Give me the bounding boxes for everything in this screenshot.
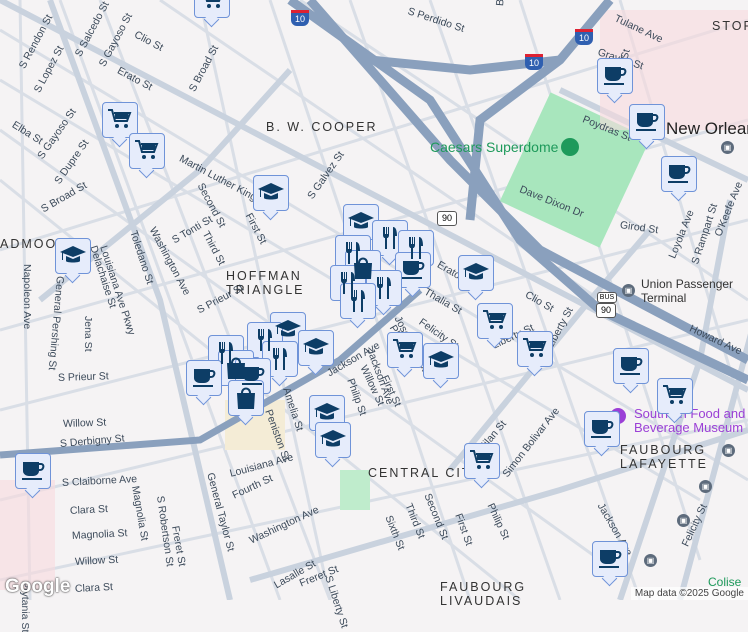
cart-icon <box>392 339 416 359</box>
fork-knife-icon <box>273 348 287 370</box>
coffee-cup-icon <box>603 66 627 86</box>
cafe-marker[interactable] <box>661 156 697 192</box>
restaurant-marker[interactable] <box>340 283 376 319</box>
grocery-store-marker[interactable] <box>657 378 693 414</box>
bus-route-label: BUS <box>597 292 617 303</box>
cafe-marker[interactable] <box>395 252 431 288</box>
graduation-cap-icon <box>463 263 489 280</box>
streetcar-stop-icon[interactable]: ▣ <box>722 444 735 457</box>
cart-icon <box>134 140 158 160</box>
interstate-10-shield: 10 <box>575 29 593 45</box>
poi-superdome[interactable]: Caesars Superdome <box>430 140 558 154</box>
interstate-10-shield: 10 <box>291 10 309 26</box>
restaurant-marker[interactable] <box>262 341 298 377</box>
street-label: Willow St <box>62 416 107 430</box>
street-label: Clara St <box>69 503 109 517</box>
cafe-marker[interactable] <box>584 411 620 447</box>
poi-museum-line2[interactable]: Beverage Museum <box>634 421 743 435</box>
cafe-marker[interactable] <box>592 541 628 577</box>
school-marker[interactable] <box>55 238 91 274</box>
street-label: Willow St <box>74 553 119 568</box>
google-logo: Google <box>5 576 71 597</box>
cart-icon <box>469 450 493 470</box>
coffee-cup-icon <box>401 260 425 280</box>
grocery-store-marker[interactable] <box>129 133 165 169</box>
grocery-store-marker[interactable] <box>102 102 138 138</box>
coffee-cup-icon <box>590 419 614 439</box>
graduation-cap-icon <box>320 430 346 447</box>
school-marker[interactable] <box>315 422 351 458</box>
cafe-marker[interactable] <box>629 104 665 140</box>
shopping-marker[interactable] <box>228 380 264 416</box>
cart-icon <box>522 338 546 358</box>
street-label: S Prieur St <box>57 370 109 384</box>
cart-icon <box>107 109 131 129</box>
shopping-bag-icon <box>236 387 256 410</box>
cart-icon <box>482 310 506 330</box>
cart-icon <box>199 0 223 9</box>
graduation-cap-icon <box>348 212 374 229</box>
grocery-store-marker[interactable] <box>194 0 230 18</box>
cafe-marker[interactable] <box>186 360 222 396</box>
streetcar-stop-icon[interactable]: ▣ <box>721 141 734 154</box>
poi-terminal-line2[interactable]: Terminal <box>641 291 686 305</box>
coffee-cup-icon <box>192 368 216 388</box>
graduation-cap-icon <box>428 351 454 368</box>
grocery-store-marker[interactable] <box>477 303 513 339</box>
fork-knife-icon <box>377 277 391 299</box>
neighborhood-hoffman: HOFFMAN <box>226 269 302 283</box>
interstate-10-shield: 10 <box>525 54 543 70</box>
grocery-store-marker[interactable] <box>464 443 500 479</box>
neighborhood-faubourg-lafayette: FAUBOURG <box>620 443 707 457</box>
neighborhood-bw-cooper: B. W. COOPER <box>266 120 378 134</box>
fork-knife-icon <box>383 227 397 249</box>
streetcar-stop-icon[interactable]: ▣ <box>699 480 712 493</box>
poi-terminal-line1[interactable]: Union Passenger <box>641 277 733 291</box>
school-marker[interactable] <box>298 330 334 366</box>
us-90-shield: 90 <box>437 211 457 226</box>
cafe-marker[interactable] <box>15 453 51 489</box>
coffee-cup-icon <box>635 112 659 132</box>
neighborhood-storyville: STORY <box>712 19 748 33</box>
graduation-cap-icon <box>258 183 284 200</box>
fork-knife-icon <box>351 290 365 312</box>
attribution[interactable]: Map data ©2025 Google <box>630 587 748 600</box>
grocery-store-marker[interactable] <box>387 332 423 368</box>
stadium-icon[interactable] <box>561 138 579 156</box>
coffee-cup-icon <box>598 549 622 569</box>
school-marker[interactable] <box>458 255 494 291</box>
grocery-store-marker[interactable] <box>517 331 553 367</box>
cafe-marker[interactable] <box>613 348 649 384</box>
streetcar-stop-icon[interactable]: ▣ <box>644 554 657 567</box>
neighborhood-livaudais: LIVAUDAIS <box>440 594 523 608</box>
coffee-cup-icon <box>619 356 643 376</box>
school-marker[interactable] <box>343 204 379 240</box>
street-label: Jena St <box>82 316 94 352</box>
neighborhood-lafayette: LAFAYETTE <box>620 457 708 471</box>
us-90-shield: 90 <box>596 303 616 318</box>
street-label: Clara St <box>74 581 114 595</box>
city-label: New Orleans <box>666 119 748 138</box>
graduation-cap-icon <box>303 338 329 355</box>
train-station-icon: ▣ <box>622 284 635 297</box>
cafe-marker[interactable] <box>597 58 633 94</box>
graduation-cap-icon <box>60 246 86 263</box>
cart-icon <box>662 385 686 405</box>
coffee-cup-icon <box>21 461 45 481</box>
street-label: Napoleon Ave <box>21 264 33 330</box>
coffee-cup-icon <box>667 164 691 184</box>
school-marker[interactable] <box>253 175 289 211</box>
neighborhood-faubourg-livaudais: FAUBOURG <box>440 580 527 594</box>
school-marker[interactable] <box>423 343 459 379</box>
graduation-cap-icon <box>314 403 340 420</box>
